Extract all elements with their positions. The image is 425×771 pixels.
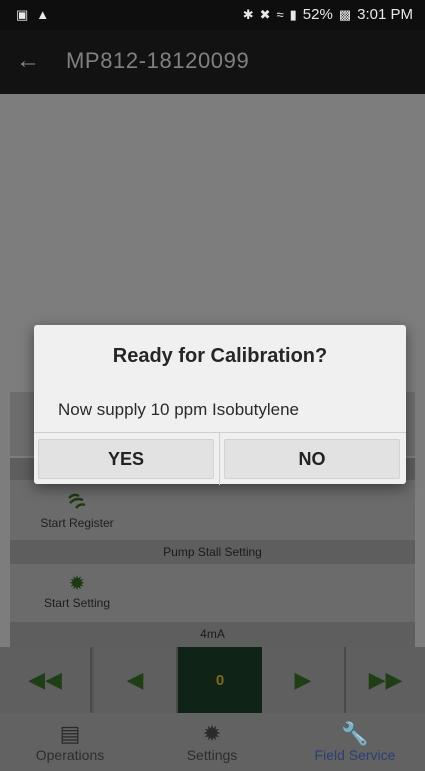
bottom-navigation: ▤ Operations ✹ Settings 🔧 Field Service	[0, 713, 425, 771]
wrench-icon: 🔧	[341, 721, 369, 746]
nav-settings[interactable]: ✹ Settings	[142, 713, 282, 771]
bluetooth-icon: ✱	[242, 6, 254, 22]
mute-icon: ✖	[259, 6, 271, 22]
current-header: 4mA	[10, 622, 415, 647]
page-title: MP812-18120099	[66, 48, 250, 73]
decrement-button[interactable]: ◀	[94, 647, 178, 713]
nav-operations[interactable]: ▤ Operations	[0, 713, 140, 771]
gear-icon: ✹	[68, 573, 86, 595]
dialog-actions: YES NO	[34, 432, 406, 485]
nav-field-service[interactable]: 🔧 Field Service	[285, 713, 425, 771]
image-icon: ▣	[16, 7, 29, 22]
drive-icon: ▲	[36, 7, 50, 22]
nav-settings-label: Settings	[186, 747, 238, 763]
signal-icon: ▮	[289, 6, 297, 22]
calendar-icon: ▤	[59, 721, 81, 746]
clock: 3:01 PM	[357, 6, 413, 23]
nav-operations-label: Operations	[35, 747, 105, 763]
left-arrow-icon: ◀	[126, 667, 144, 692]
pump-stall-header: Pump Stall Setting	[10, 540, 415, 564]
gear-icon: ✹	[202, 721, 222, 746]
dialog-title: Ready for Calibration?	[112, 345, 328, 367]
status-bar: ▣ ▲ ✱ ✖ ≈ ▮ 52% ▩ 3:01 PM	[0, 0, 425, 30]
dialog-divider	[219, 433, 220, 485]
calibration-dialog: Ready for Calibration? Now supply 10 ppm…	[34, 325, 406, 485]
back-arrow-icon[interactable]: ←	[16, 46, 40, 76]
start-setting-label: Start Setting	[43, 596, 111, 610]
app-bar: ← MP812-18120099	[0, 30, 425, 94]
signal-waves-icon	[22, 490, 132, 516]
start-register-label: Start Register	[40, 516, 114, 530]
battery-icon: ▩	[338, 6, 352, 22]
value-stepper: ◀◀ ◀ 0 ▶ ▶▶	[0, 647, 425, 713]
start-register-button[interactable]: Start Register	[22, 490, 132, 530]
wifi-icon: ≈	[276, 6, 284, 22]
battery-percentage: 52%	[302, 6, 333, 23]
dialog-message: Now supply 10 ppm Isobutylene	[58, 400, 299, 419]
stepper-value: 0	[178, 647, 262, 713]
double-right-arrow-icon: ▶▶	[368, 667, 403, 692]
double-left-arrow-icon: ◀◀	[28, 667, 62, 692]
no-button[interactable]: NO	[224, 439, 400, 479]
fast-increment-button[interactable]: ▶▶	[346, 647, 425, 713]
right-arrow-icon: ▶	[294, 667, 312, 692]
nav-field-service-label: Field Service	[314, 747, 396, 763]
fast-decrement-button[interactable]: ◀◀	[0, 647, 92, 713]
increment-button[interactable]: ▶	[262, 647, 346, 713]
yes-button[interactable]: YES	[38, 439, 214, 479]
start-setting-button[interactable]: ✹ Start Setting	[22, 572, 132, 610]
